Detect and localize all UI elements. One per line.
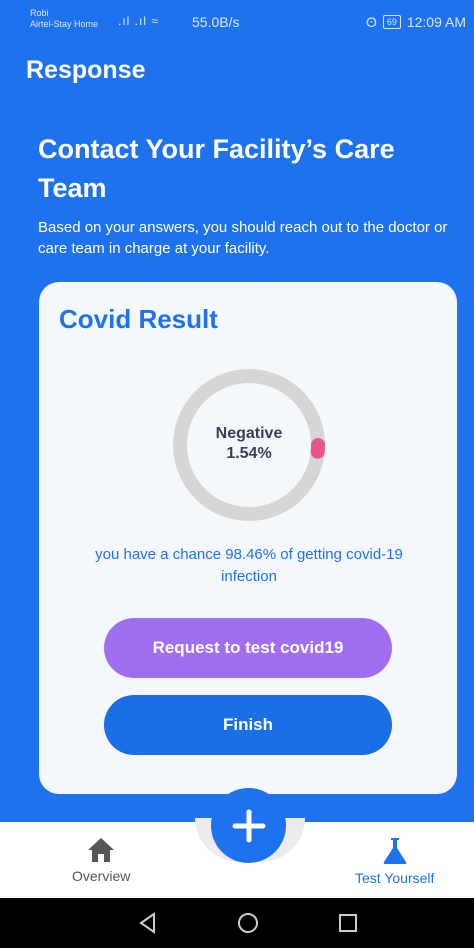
system-navigation-bar: [0, 898, 474, 948]
status-right: ʘ 69 12:09 AM: [366, 14, 466, 30]
request-test-button[interactable]: Request to test covid19: [104, 618, 392, 678]
result-label: Negative 1.54%: [172, 424, 326, 464]
back-icon[interactable]: [136, 911, 160, 935]
carrier-info: Robi Airtel-Stay Home: [30, 8, 98, 30]
flask-icon: [383, 838, 407, 864]
recents-icon[interactable]: [336, 911, 360, 935]
finish-button[interactable]: Finish: [104, 695, 392, 755]
nav-label-test-yourself: Test Yourself: [355, 870, 435, 886]
nav-item-test-yourself[interactable]: Test Yourself: [355, 836, 434, 886]
carrier-name: Robi: [30, 8, 49, 18]
add-fab-button[interactable]: [211, 788, 286, 863]
home-icon: [88, 838, 115, 862]
status-bar: Robi Airtel-Stay Home .ıl .ıl ≈ 55.0B/s …: [0, 0, 474, 44]
clock: 12:09 AM: [406, 14, 466, 30]
nav-item-overview[interactable]: Overview: [72, 836, 130, 884]
home-circle-icon[interactable]: [236, 911, 260, 935]
result-percentage: 1.54%: [226, 445, 272, 462]
signal-icon: .ıl .ıl ≈: [118, 14, 159, 28]
nav-label-overview: Overview: [72, 868, 131, 884]
eye-comfort-icon: ʘ: [365, 14, 377, 30]
card-title: Covid Result: [59, 304, 218, 334]
battery-icon: 69: [382, 15, 401, 29]
page-title: Response: [26, 56, 146, 84]
chance-text: you have a chance 98.46% of getting covi…: [95, 546, 403, 585]
plus-icon: [232, 809, 265, 842]
main-description: Based on your answers, you should reach …: [38, 219, 448, 257]
network-speed: 55.0B/s: [192, 14, 240, 30]
main-heading: Contact Your Facility’s Care Team: [38, 134, 395, 203]
result-status: Negative: [215, 425, 283, 442]
carrier-network: Airtel-Stay Home: [30, 19, 99, 29]
result-card: Covid Result Negative 1.54% you have a c…: [39, 282, 457, 794]
